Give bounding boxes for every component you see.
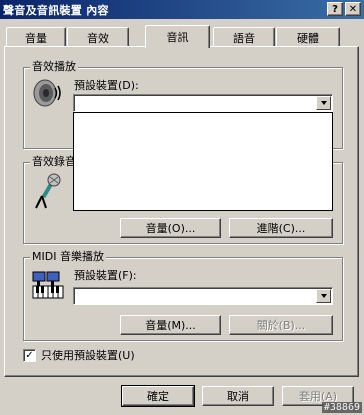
use-default-only-label: 只使用預設裝置(U): [41, 349, 135, 362]
playback-device-label: 預設裝置(D):: [74, 79, 139, 92]
tab-voice[interactable]: 語音: [213, 27, 275, 47]
speaker-icon: [31, 77, 63, 112]
microphone-icon: [32, 172, 64, 215]
cancel-button[interactable]: 取消: [202, 386, 274, 406]
recording-volume-button[interactable]: 音量(O)...: [120, 218, 221, 238]
recording-group-label: 音效錄音: [30, 155, 78, 168]
tab-volume[interactable]: 音量: [6, 27, 66, 47]
use-default-only-checkbox[interactable]: ✓: [23, 349, 36, 362]
midi-keyboard-icon: [31, 268, 65, 305]
ok-button[interactable]: 確定: [121, 385, 195, 407]
playback-device-select[interactable]: [73, 94, 333, 112]
watermark-label: #38869: [321, 402, 362, 413]
midi-device-select[interactable]: [73, 287, 333, 305]
help-button[interactable]: ?: [327, 2, 343, 16]
window-title: 聲音及音訊裝置 內容: [3, 3, 109, 17]
close-button[interactable]: ✕: [345, 2, 361, 16]
midi-group-label: MIDI 音樂播放: [30, 250, 106, 263]
midi-volume-button[interactable]: 音量(M)...: [120, 315, 221, 335]
tab-audio[interactable]: 音訊: [145, 25, 210, 48]
midi-device-label: 預設裝置(F):: [74, 269, 137, 282]
playback-device-dropdown-list[interactable]: [73, 112, 333, 211]
midi-about-button[interactable]: 關於(B)...: [229, 315, 333, 335]
playback-group-label: 音效播放: [30, 60, 78, 73]
tab-hardware[interactable]: 硬體: [276, 27, 340, 47]
tab-sounds[interactable]: 音效: [67, 27, 129, 47]
dropdown-arrow-icon[interactable]: [316, 289, 331, 303]
dropdown-arrow-icon[interactable]: [316, 96, 331, 110]
recording-advanced-button[interactable]: 進階(C)...: [229, 218, 333, 238]
title-bar[interactable]: 聲音及音訊裝置 內容 ? ✕: [0, 0, 364, 19]
